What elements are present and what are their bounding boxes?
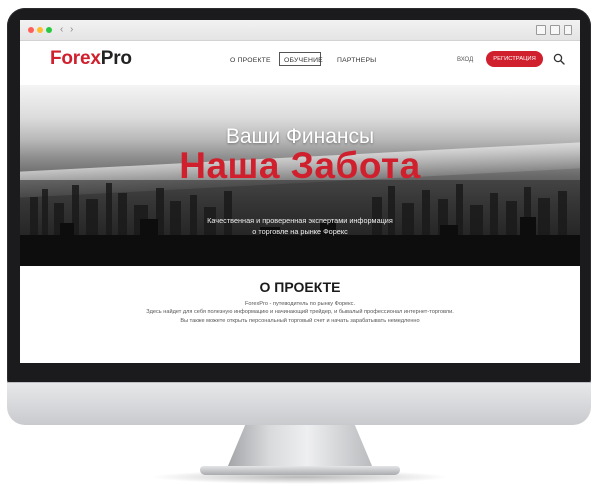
hero-subtitle: Качественная и проверенная экспертами ин… bbox=[20, 215, 580, 237]
hero-subtitle-line1: Качественная и проверенная экспертами ин… bbox=[207, 216, 393, 225]
about-text: ForexPro - путеводитель по рынку Форекс.… bbox=[20, 300, 580, 325]
about-paragraph-3: Вы также можете открыть персональный тор… bbox=[180, 317, 420, 324]
logo[interactable]: ForexPro bbox=[50, 48, 132, 70]
about-section: О ПРОЕКТЕ ForexPro - путеводитель по рын… bbox=[20, 266, 580, 363]
search-icon[interactable] bbox=[553, 53, 565, 65]
about-title: О ПРОЕКТЕ bbox=[259, 279, 341, 295]
register-button[interactable]: РЕГИСТРАЦИЯ bbox=[486, 51, 543, 67]
browser-toolbar: ‹ › bbox=[20, 20, 580, 41]
tabs-icon[interactable] bbox=[550, 25, 560, 35]
login-link[interactable]: ВХОД bbox=[457, 57, 473, 63]
chevron-left-icon[interactable]: ‹ bbox=[60, 24, 63, 36]
monitor-screen: ‹ › ForexPro О ПРОЕКТЕ ОБУЧЕНИЕ ПАРТНЕРЫ… bbox=[20, 20, 580, 363]
nav-item-about[interactable]: О ПРОЕКТЕ bbox=[230, 57, 271, 64]
site-header: ForexPro О ПРОЕКТЕ ОБУЧЕНИЕ ПАРТНЕРЫ ВХО… bbox=[20, 41, 580, 85]
close-window-button[interactable] bbox=[28, 27, 34, 33]
minimize-window-button[interactable] bbox=[37, 27, 43, 33]
monitor-stand-base bbox=[200, 466, 400, 475]
nav-item-partners[interactable]: ПАРТНЕРЫ bbox=[337, 57, 376, 64]
logo-pro: Pro bbox=[100, 48, 132, 69]
logo-forex: Forex bbox=[50, 48, 101, 69]
share-icon[interactable] bbox=[536, 25, 546, 35]
new-tab-icon[interactable] bbox=[564, 25, 572, 35]
about-paragraph-2: Здесь найдет для себя полезную информаци… bbox=[146, 309, 454, 316]
maximize-window-button[interactable] bbox=[46, 27, 52, 33]
nav-item-learning[interactable]: ОБУЧЕНИЕ bbox=[284, 57, 323, 64]
hero-subtitle-line2: о торговле на рынке Форекс bbox=[252, 227, 348, 236]
monitor-chin bbox=[7, 382, 591, 425]
hero-title-line2: Наша Забота bbox=[179, 145, 421, 186]
chevron-right-icon[interactable]: › bbox=[70, 24, 73, 36]
hero-banner: Ваши Финансы Наша Забота Качественная и … bbox=[20, 85, 580, 266]
about-paragraph-1: ForexPro - путеводитель по рынку Форекс. bbox=[244, 301, 356, 307]
